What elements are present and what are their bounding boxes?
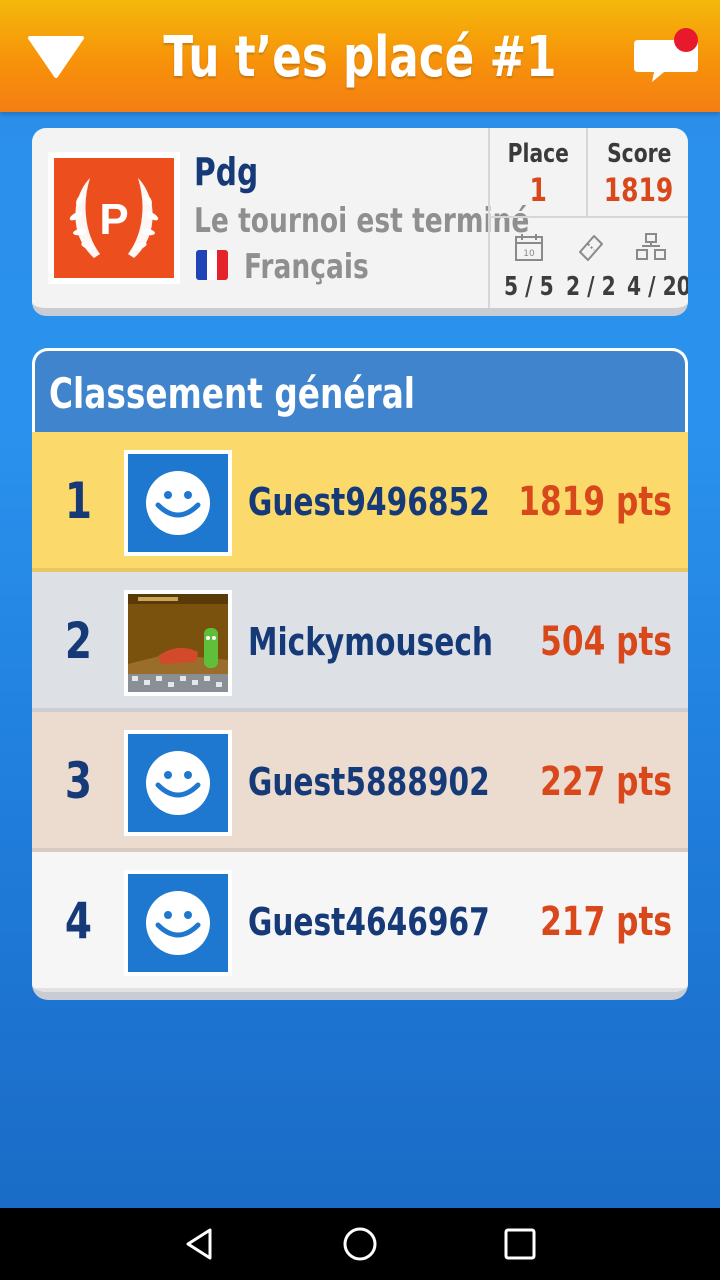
nav-recents-button[interactable]	[498, 1222, 542, 1266]
calendar-icon: 10	[515, 234, 543, 261]
page-title: Tu t’es placé #1	[163, 25, 557, 90]
row-rank: 1	[64, 472, 92, 530]
ticket-icon	[579, 235, 603, 261]
svg-text:10: 10	[523, 249, 535, 259]
days-value: 5 / 5	[504, 272, 554, 302]
player-avatar[interactable]	[124, 870, 232, 976]
place-label: Place	[507, 139, 569, 169]
profile-badge: P	[48, 152, 180, 284]
system-nav-bar	[0, 1208, 720, 1280]
laurel-wreath-icon: P	[69, 178, 159, 258]
badge-letter: P	[99, 195, 128, 244]
ranking-row[interactable]: 3 Guest5888902 227 pts	[32, 712, 688, 852]
profile-name: Pdg	[194, 150, 259, 194]
recents-square-icon	[504, 1228, 536, 1260]
smiley-avatar-icon	[146, 471, 210, 535]
player-score: 217 pts	[540, 899, 672, 945]
smiley-avatar-icon	[146, 751, 210, 815]
place-stat: Place 1	[490, 128, 588, 218]
dropdown-triangle-icon	[28, 36, 84, 78]
ranking-row[interactable]: 2 Mickymousech 504 pts	[32, 572, 688, 712]
row-rank: 3	[64, 752, 92, 810]
players-stat: 4 / 20	[618, 224, 688, 304]
ranking-header: Classement général	[32, 348, 688, 432]
stats-panel: Place 1 Score 1819 10 5 / 5 2 / 2 4 / 20	[488, 128, 688, 308]
player-score: 227 pts	[540, 759, 672, 805]
dropdown-menu-button[interactable]	[26, 30, 86, 82]
score-label: Score	[606, 139, 672, 169]
nav-home-button[interactable]	[338, 1222, 382, 1266]
back-triangle-icon	[186, 1228, 212, 1260]
player-avatar[interactable]	[124, 590, 232, 696]
profile-card: P Pdg Le tournoi est terminé Français Pl…	[32, 128, 688, 316]
notification-dot	[674, 28, 698, 52]
players-value: 4 / 20	[627, 272, 688, 302]
top-bar: Tu t’es placé #1	[0, 0, 720, 112]
row-rank: 4	[64, 892, 92, 950]
chat-button[interactable]	[630, 26, 702, 86]
home-circle-icon	[343, 1227, 377, 1261]
tickets-value: 2 / 2	[566, 272, 616, 302]
player-score: 504 pts	[540, 619, 672, 665]
profile-language: Français	[244, 247, 369, 287]
player-score: 1819 pts	[518, 479, 672, 525]
players-tree-icon	[636, 233, 666, 260]
ranking-title: Classement général	[49, 369, 416, 418]
score-stat: Score 1819	[588, 128, 688, 218]
ranking-row[interactable]: 1 Guest9496852 1819 pts	[32, 432, 688, 572]
ranking-row[interactable]: 4 Guest4646967 217 pts	[32, 852, 688, 992]
days-stat: 10 5 / 5	[496, 224, 562, 304]
nav-back-button[interactable]	[178, 1222, 222, 1266]
ranking-panel: Classement général 1 Guest9496852 1819 p…	[32, 348, 688, 1000]
score-value: 1819	[604, 171, 674, 209]
row-rank: 2	[64, 612, 92, 670]
smiley-avatar-icon	[146, 891, 210, 955]
tickets-stat: 2 / 2	[558, 224, 624, 304]
game-scene-avatar-icon	[128, 594, 228, 692]
player-avatar[interactable]	[124, 450, 232, 556]
place-value: 1	[529, 171, 547, 209]
france-flag-icon	[196, 250, 228, 280]
chat-bubble-icon	[634, 28, 698, 82]
player-avatar[interactable]	[124, 730, 232, 836]
